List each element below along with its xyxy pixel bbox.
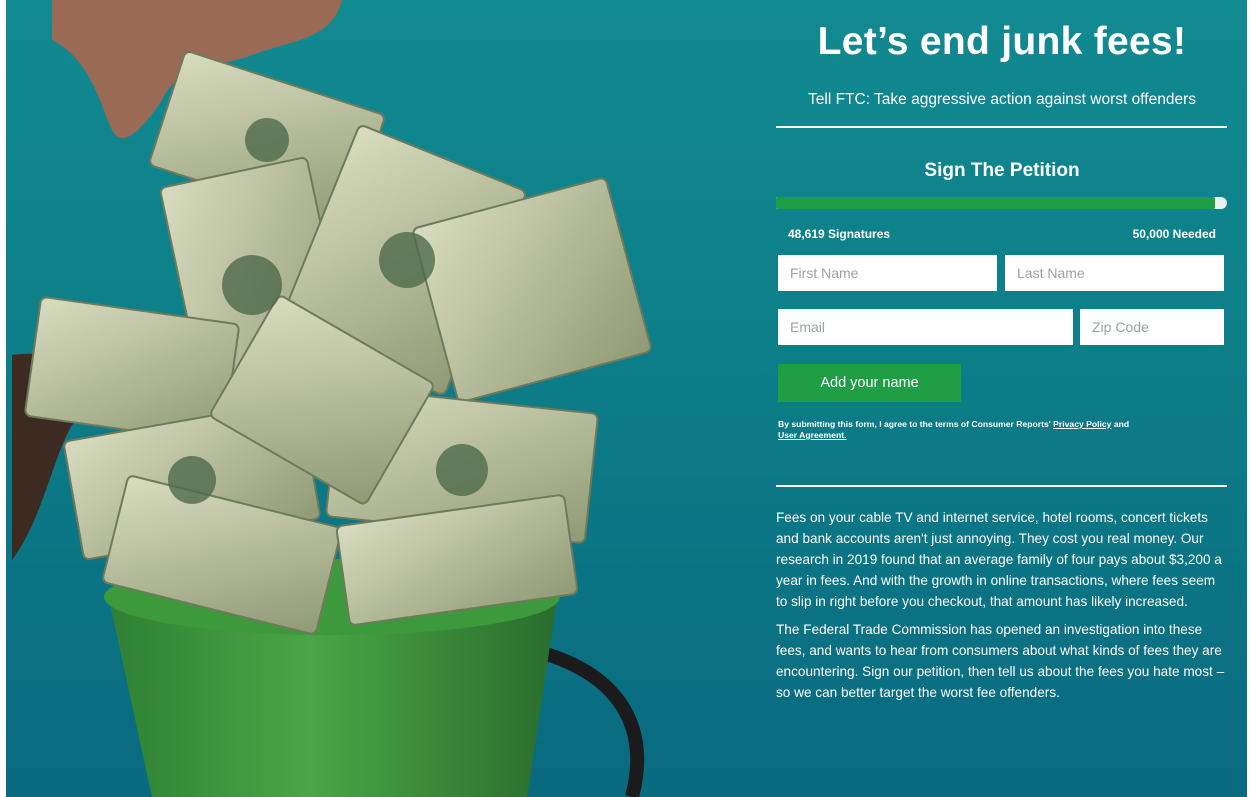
email-field[interactable] bbox=[778, 309, 1073, 345]
first-name-field[interactable] bbox=[778, 255, 997, 291]
form-disclaimer: By submitting this form, I agree to the … bbox=[778, 419, 1218, 441]
description-paragraph: Fees on your cable TV and internet servi… bbox=[776, 510, 1222, 609]
petition-panel: Let’s end junk fees! Tell FTC: Take aggr… bbox=[774, 0, 1230, 797]
signature-count: 48,619 Signatures bbox=[788, 227, 891, 241]
disclaimer-text: By submitting this form, I agree to the … bbox=[778, 419, 1054, 429]
page-title: Let’s end junk fees! bbox=[817, 20, 1187, 63]
zip-code-field[interactable] bbox=[1080, 309, 1224, 345]
signature-progress-fill bbox=[776, 197, 1215, 209]
disclaimer-and: and bbox=[1111, 419, 1130, 429]
petition-page: Let’s end junk fees! Tell FTC: Take aggr… bbox=[0, 0, 1253, 797]
divider bbox=[776, 485, 1227, 487]
page-subtitle: Tell FTC: Take aggressive action against… bbox=[808, 91, 1196, 108]
petition-description: Fees on your cable TV and internet servi… bbox=[776, 507, 1228, 710]
signature-goal: 50,000 Needed bbox=[1132, 227, 1216, 241]
privacy-policy-link[interactable]: Privacy Policy bbox=[1053, 419, 1111, 429]
petition-title: Sign The Petition bbox=[924, 160, 1080, 181]
signature-progress-bar bbox=[776, 197, 1227, 209]
user-agreement-link[interactable]: User Agreement. bbox=[778, 430, 846, 440]
add-your-name-button[interactable]: Add your name bbox=[778, 364, 961, 402]
description-paragraph: The Federal Trade Commission has opened … bbox=[776, 622, 1225, 700]
last-name-field[interactable] bbox=[1005, 255, 1224, 291]
hero-image-money-bucket bbox=[12, 0, 672, 797]
divider bbox=[776, 126, 1227, 128]
